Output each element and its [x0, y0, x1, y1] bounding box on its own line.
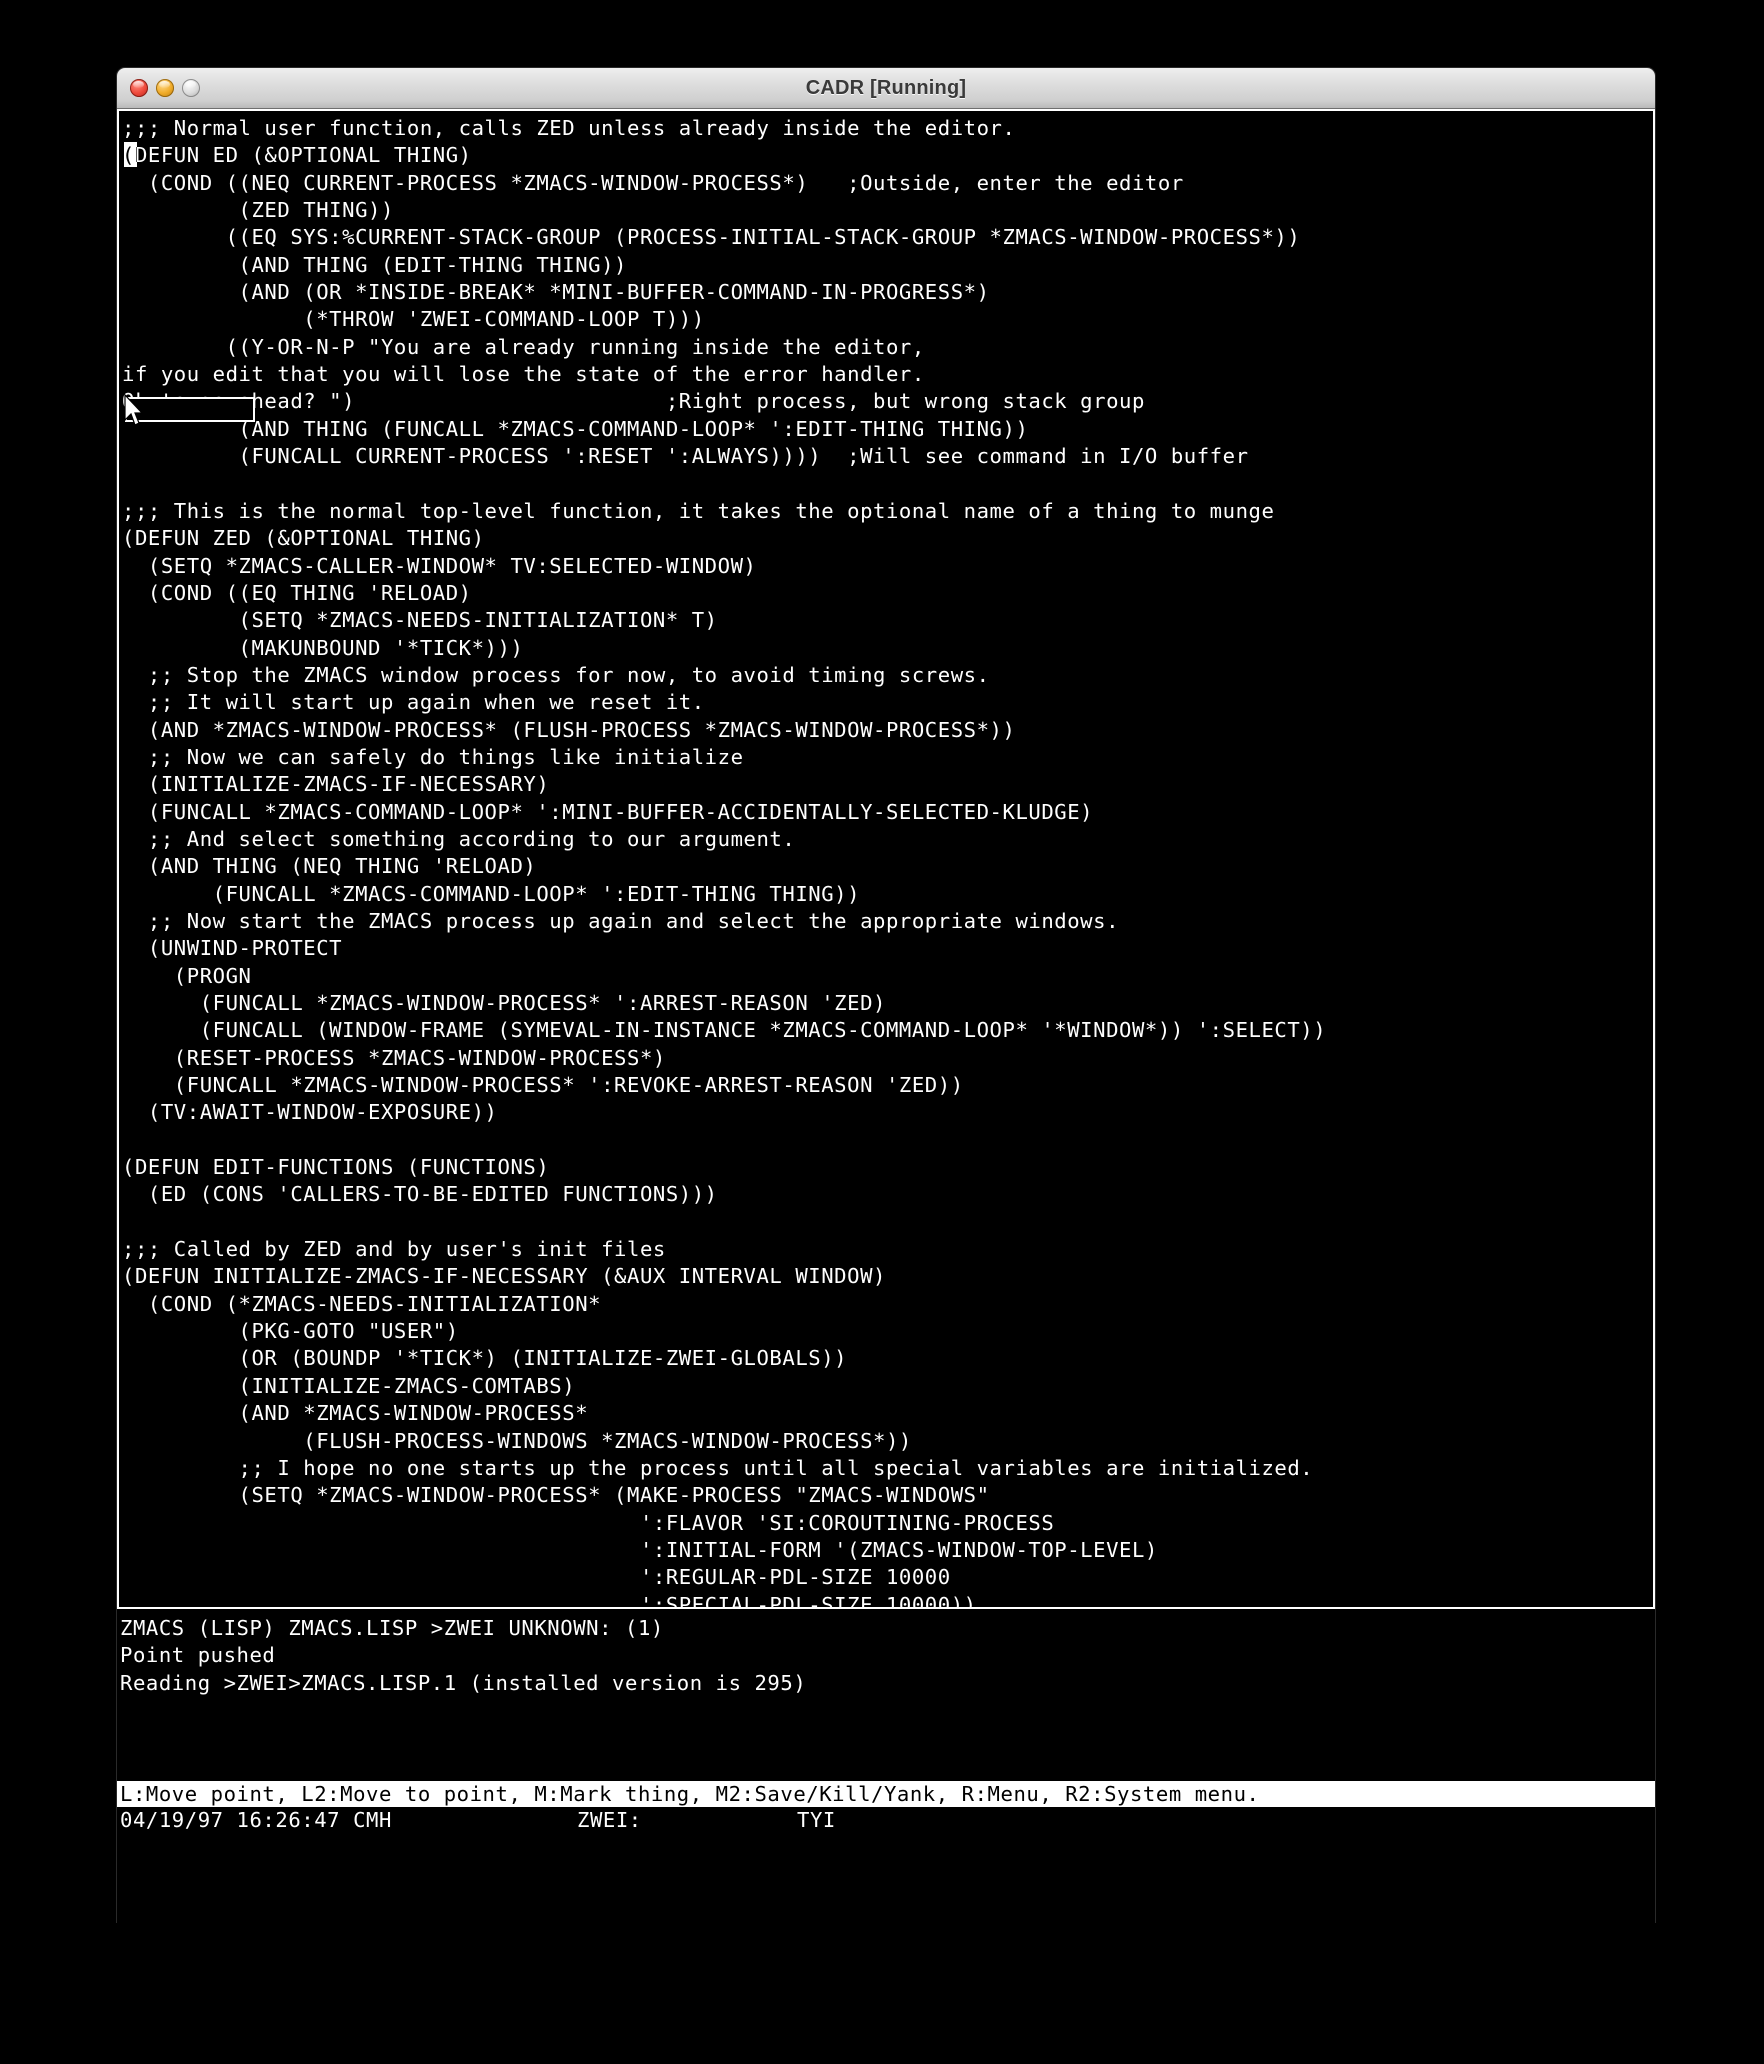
echo-area: ZMACS (LISP) ZMACS.LISP >ZWEI UNKNOWN: (…	[117, 1615, 1655, 1697]
status-package: ZWEI:	[577, 1808, 642, 1832]
who-line: L:Move point, L2:Move to point, M:Mark t…	[117, 1781, 1655, 1834]
echo-area-text: ZMACS (LISP) ZMACS.LISP >ZWEI UNKNOWN: (…	[120, 1616, 807, 1695]
zmacs-editor-pane[interactable]: ;;; Normal user function, calls ZED unle…	[117, 109, 1655, 1609]
window-titlebar[interactable]: CADR [Running]	[117, 68, 1655, 109]
status-process-state: TYI	[797, 1808, 836, 1832]
mouse-arrow-pointer	[124, 394, 144, 426]
desktop-background: CADR [Running] ;;; Normal user function,…	[0, 0, 1764, 2064]
lispm-screen[interactable]: ;;; Normal user function, calls ZED unle…	[117, 109, 1655, 1923]
cadr-emulator-window[interactable]: CADR [Running] ;;; Normal user function,…	[117, 68, 1655, 1923]
editor-source-text[interactable]: ;;; Normal user function, calls ZED unle…	[119, 111, 1653, 1607]
point-cursor	[124, 142, 137, 167]
mouse-documentation-line: L:Move point, L2:Move to point, M:Mark t…	[117, 1781, 1655, 1807]
status-datetime: 04/19/97 16:26:47 CMH	[120, 1808, 392, 1832]
mouse-sensitive-region-box[interactable]	[125, 397, 255, 422]
status-line: 04/19/97 16:26:47 CMH ZWEI: TYI	[117, 1807, 1655, 1834]
window-title: CADR [Running]	[805, 77, 967, 99]
